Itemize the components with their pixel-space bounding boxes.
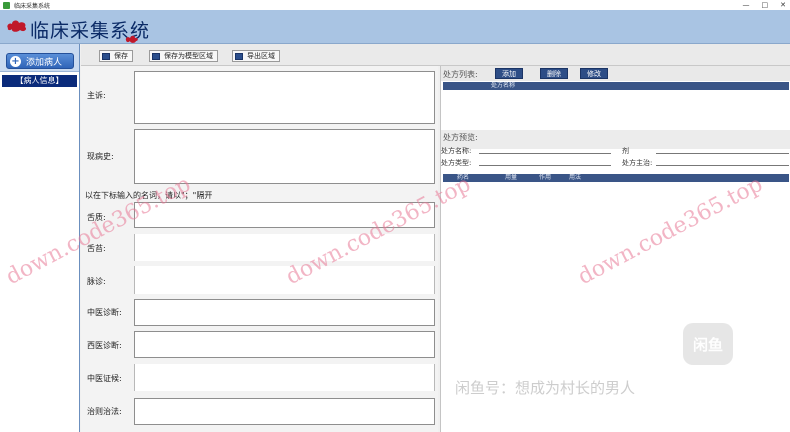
close-icon[interactable]: ✕	[780, 1, 786, 9]
present-illness-input[interactable]	[134, 129, 435, 184]
present-illness-label: 现病史:	[87, 152, 114, 161]
preview-main-field	[656, 165, 789, 166]
tcm-syndrome-input[interactable]	[134, 364, 435, 391]
save-icon	[102, 52, 110, 60]
export-icon	[235, 52, 243, 60]
window-controls: — □ ✕	[743, 0, 787, 10]
toolbar: 保存 保存为模型区域 导出区域	[81, 44, 790, 66]
herb-name-column: 药名	[457, 174, 470, 181]
patient-sidebar: + 添加病人 【病人信息】	[0, 44, 80, 432]
treatment-label: 治则治法:	[87, 407, 122, 416]
chief-complaint-label: 主诉:	[87, 91, 106, 100]
coating-label: 舌苔:	[87, 244, 106, 253]
herb-grid-header: 药名 用量 作用 用法	[443, 174, 789, 182]
save-label: 保存	[114, 52, 128, 60]
preview-dosage-form-field	[656, 153, 789, 154]
save-template-button[interactable]: 保存为模型区域	[149, 50, 218, 62]
prescription-list-title: 处方列表:	[443, 70, 478, 79]
add-patient-button[interactable]: + 添加病人	[6, 53, 74, 69]
tcm-syndrome-label: 中医证候:	[87, 374, 122, 383]
tongue-label: 舌质:	[87, 213, 106, 222]
preview-name-label: 处方名称:	[441, 147, 472, 155]
add-patient-label: 添加病人	[26, 57, 63, 68]
tcm-diagnosis-label: 中医诊断:	[87, 308, 122, 317]
tongue-input[interactable]	[134, 202, 435, 228]
chief-complaint-input[interactable]	[134, 71, 435, 124]
add-prescription-button[interactable]: 添加	[495, 68, 523, 79]
prescription-list-grid-header: 处方名称	[443, 82, 789, 90]
prescription-preview-title: 处方预览:	[443, 133, 478, 142]
herb-dose-column: 用量	[505, 174, 518, 181]
preview-name-field	[479, 153, 611, 154]
prescription-list-header: 处方列表: 添加 删除 修改	[441, 66, 790, 81]
preview-type-field	[479, 165, 611, 166]
minimize-icon[interactable]: —	[743, 1, 750, 9]
herb-usage-column: 用法	[569, 174, 582, 181]
sidebar-item-patient-info[interactable]: 【病人信息】	[2, 75, 77, 87]
plus-icon: +	[10, 55, 21, 67]
delete-prescription-button[interactable]: 删除	[540, 68, 568, 79]
preview-type-label: 处方类型:	[441, 159, 472, 167]
xianyu-badge: 闲鱼	[683, 323, 733, 365]
maximize-icon[interactable]: □	[762, 1, 769, 9]
template-icon	[152, 52, 160, 60]
treatment-input[interactable]	[134, 398, 435, 425]
export-button[interactable]: 导出区域	[232, 50, 280, 62]
export-label: 导出区域	[247, 52, 275, 60]
sidebar-header: + 添加病人	[0, 44, 79, 72]
pulse-input[interactable]	[134, 266, 435, 294]
input-hint: 以在下标输入的名词，请以"；"隔开	[85, 191, 213, 200]
app-icon	[3, 1, 10, 9]
preview-band	[441, 130, 790, 149]
western-diagnosis-input[interactable]	[134, 331, 435, 358]
xianyu-watermark-text: 闲鱼号：想成为村长的男人	[455, 379, 636, 397]
coating-input[interactable]	[134, 234, 435, 261]
app-banner: 临床采集系统	[0, 10, 790, 44]
edit-prescription-button[interactable]: 修改	[580, 68, 608, 79]
herb-effect-column: 作用	[539, 174, 552, 181]
cloud-logo-icon	[7, 20, 27, 32]
cloud-small-icon	[125, 35, 138, 43]
western-diagnosis-label: 西医诊断:	[87, 341, 122, 350]
window-titlebar: 临床采集系统 — □ ✕	[0, 0, 790, 10]
window-title: 临床采集系统	[14, 2, 51, 10]
prescription-list[interactable]	[443, 90, 789, 130]
tcm-diagnosis-input[interactable]	[134, 299, 435, 326]
save-button[interactable]: 保存	[99, 50, 133, 62]
preview-main-label: 处方主治:	[622, 159, 653, 167]
pulse-label: 脉诊:	[87, 277, 106, 286]
preview-dosage-form-label: 剂	[622, 147, 629, 155]
clinical-form: 主诉: 现病史: 以在下标输入的名词，请以"；"隔开 舌质: 舌苔: 脉诊: 中…	[81, 66, 438, 432]
save-template-label: 保存为模型区域	[164, 52, 213, 60]
prescription-name-column: 处方名称	[491, 82, 516, 89]
